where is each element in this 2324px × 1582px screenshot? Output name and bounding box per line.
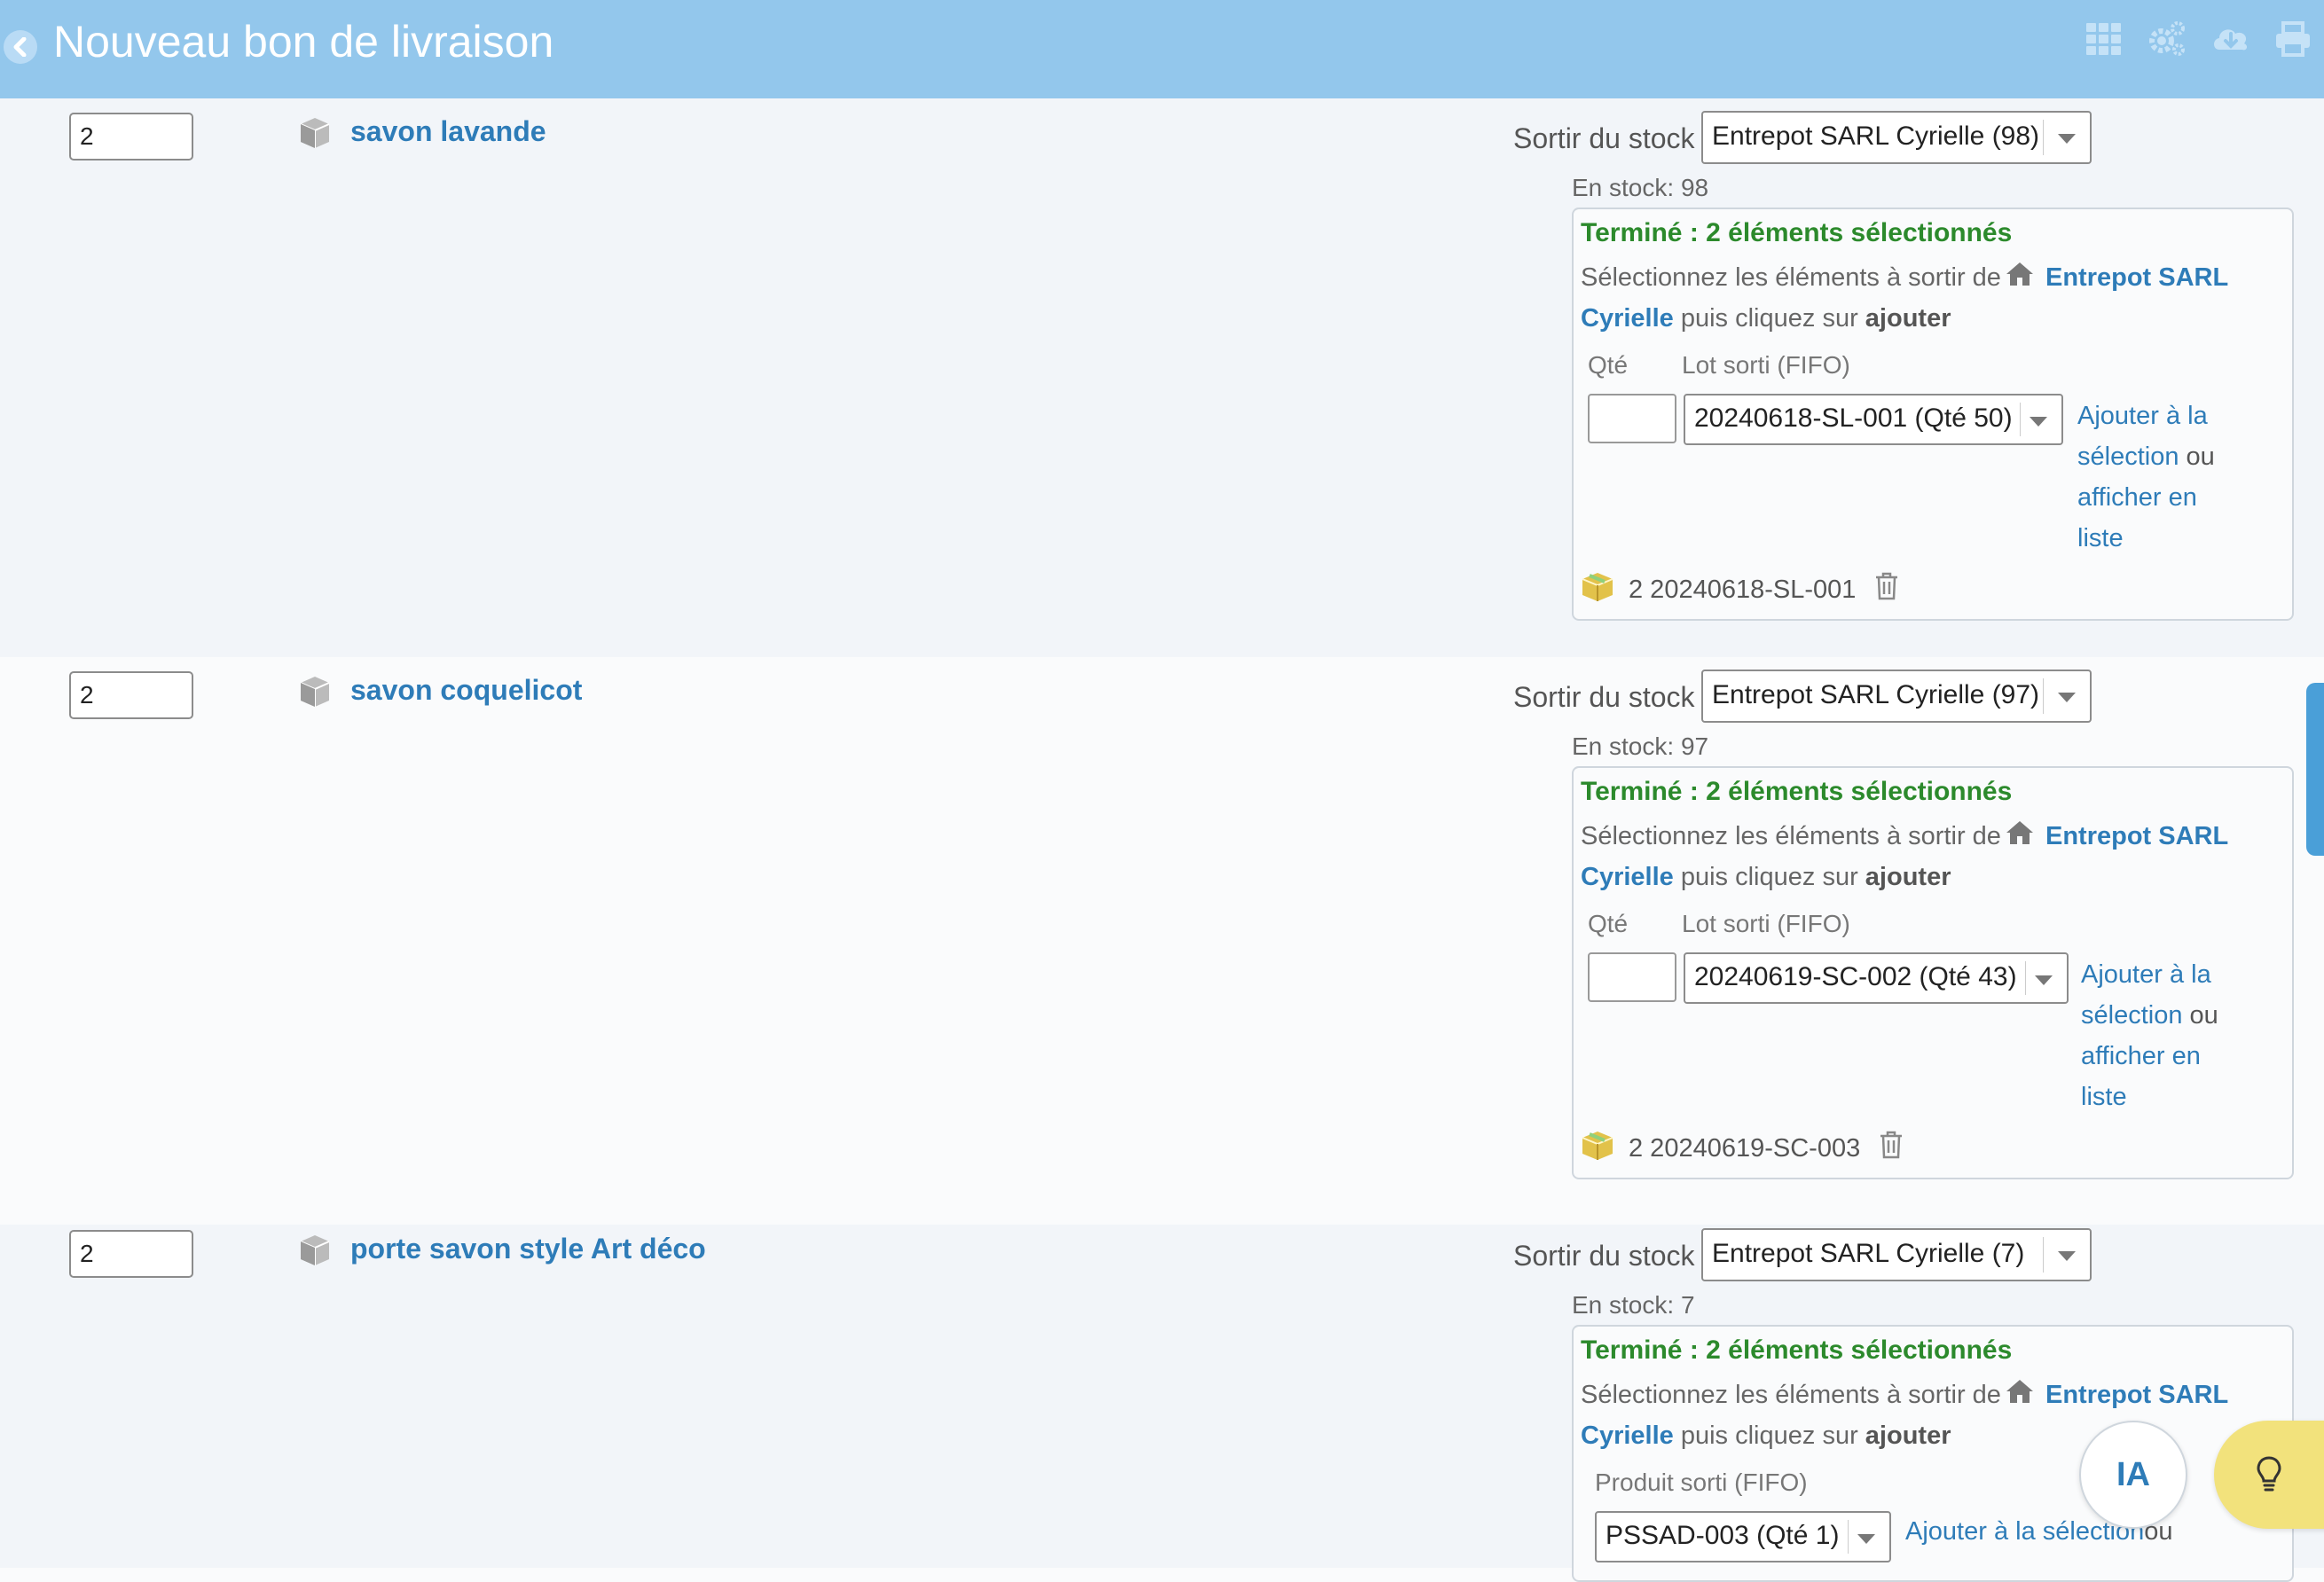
chevron-down-icon: [2030, 417, 2047, 427]
instruction-text: Sélectionnez les éléments à sortir de En…: [1581, 816, 2273, 897]
warehouse-select-value: Entrepot SARL Cyrielle (98): [1712, 121, 2040, 151]
add-to-selection-link[interactable]: Ajouter à la sélection ou afficher en liste: [2077, 396, 2281, 559]
lot-box-icon: [1581, 1130, 1614, 1162]
warehouse-link-cont[interactable]: Cyrielle: [1581, 304, 1674, 333]
warehouse-select[interactable]: Entrepot SARL Cyrielle (97): [1701, 670, 2092, 723]
top-bar: Nouveau bon de livraison: [0, 0, 2324, 98]
lot-label: Lot sorti (FIFO): [1682, 351, 1850, 379]
lot-select-value: 20240619-SC-002 (Qté 43): [1694, 962, 2017, 991]
warehouse-link-cont[interactable]: Cyrielle: [1581, 863, 1674, 891]
warehouse-select-value: Entrepot SARL Cyrielle (7): [1712, 1239, 2025, 1268]
warehouse-link[interactable]: Entrepot SARL: [2045, 263, 2228, 292]
product-link[interactable]: savon lavande: [350, 115, 546, 148]
lot-select[interactable]: PSSAD-003 (Qté 1): [1595, 1511, 1891, 1562]
lot-box-icon: [1581, 571, 1614, 603]
lot-selection-panel: Terminé : 2 éléments sélectionnés Sélect…: [1572, 1325, 2294, 1582]
in-stock-text: En stock: 97: [1572, 732, 1709, 760]
instruction-text: Sélectionnez les éléments à sortir de En…: [1581, 257, 2273, 339]
in-stock-text: En stock: 7: [1572, 1291, 1695, 1319]
home-icon: [2005, 818, 2035, 844]
page-title: Nouveau bon de livraison: [53, 17, 554, 67]
chevron-down-icon: [2058, 1251, 2076, 1261]
product-icon: [297, 674, 333, 709]
lot-qty-input[interactable]: [1588, 394, 1676, 443]
stock-label: Sortir du stock: [1513, 122, 1695, 154]
quantity-input[interactable]: [69, 671, 193, 719]
warehouse-select-value: Entrepot SARL Cyrielle (97): [1712, 680, 2040, 709]
ai-assistant-button[interactable]: IA: [2079, 1421, 2187, 1529]
lot-selection-panel: Terminé : 2 éléments sélectionnés Sélect…: [1572, 208, 2294, 621]
chevron-down-icon: [2058, 134, 2076, 144]
warehouse-link-cont[interactable]: Cyrielle: [1581, 1421, 1674, 1450]
product-out-label: Produit sorti (FIFO): [1595, 1468, 1808, 1496]
lot-select[interactable]: 20240618-SL-001 (Qté 50): [1684, 394, 2063, 445]
grid-icon[interactable]: [2085, 20, 2124, 59]
home-icon: [2005, 259, 2035, 286]
lot-select-value: 20240618-SL-001 (Qté 50): [1694, 403, 2013, 433]
lightbulb-icon: [2257, 1456, 2281, 1492]
stock-label: Sortir du stock: [1513, 1240, 1695, 1272]
lot-select-value: PSSAD-003 (Qté 1): [1606, 1521, 1840, 1550]
cloud-download-icon[interactable]: [2210, 20, 2249, 59]
selected-lot: 2 20240618-SL-001: [1581, 571, 1900, 605]
quantity-input[interactable]: [69, 113, 193, 161]
product-icon: [297, 1233, 333, 1268]
warehouse-link[interactable]: Entrepot SARL: [2045, 1381, 2228, 1409]
status-complete: Terminé : 2 éléments sélectionnés: [1581, 1335, 2013, 1365]
add-to-selection-link[interactable]: Ajouter à la sélection ou afficher en liste: [2081, 954, 2285, 1117]
qte-label: Qté: [1588, 910, 1629, 937]
settings-icon[interactable]: [2147, 20, 2186, 59]
qte-label: Qté: [1588, 351, 1629, 379]
status-complete: Terminé : 2 éléments sélectionnés: [1581, 218, 2013, 247]
scrollbar-thumb[interactable]: [2306, 683, 2324, 856]
quantity-input[interactable]: [69, 1230, 193, 1278]
back-icon[interactable]: [4, 30, 37, 64]
warehouse-select[interactable]: Entrepot SARL Cyrielle (98): [1701, 111, 2092, 164]
selected-lot: 2 20240619-SC-003: [1581, 1130, 1904, 1163]
chevron-down-icon: [1857, 1534, 1875, 1544]
status-complete: Terminé : 2 éléments sélectionnés: [1581, 777, 2013, 806]
lot-label: Lot sorti (FIFO): [1682, 910, 1850, 937]
tips-button[interactable]: [2214, 1421, 2324, 1529]
home-icon: [2005, 1376, 2035, 1403]
product-link[interactable]: porte savon style Art déco: [350, 1233, 706, 1265]
chevron-down-icon: [2035, 975, 2053, 985]
product-link[interactable]: savon coquelicot: [350, 674, 582, 707]
trash-icon[interactable]: [1873, 571, 1900, 601]
lot-qty-input[interactable]: [1588, 952, 1676, 1002]
warehouse-select[interactable]: Entrepot SARL Cyrielle (7): [1701, 1228, 2092, 1281]
trash-icon[interactable]: [1878, 1130, 1904, 1160]
stock-label: Sortir du stock: [1513, 681, 1695, 713]
print-icon[interactable]: [2273, 20, 2312, 59]
chevron-down-icon: [2058, 693, 2076, 702]
lot-select[interactable]: 20240619-SC-002 (Qté 43): [1684, 952, 2069, 1004]
product-icon: [297, 115, 333, 151]
lot-selection-panel: Terminé : 2 éléments sélectionnés Sélect…: [1572, 766, 2294, 1179]
in-stock-text: En stock: 98: [1572, 174, 1709, 201]
warehouse-link[interactable]: Entrepot SARL: [2045, 822, 2228, 850]
